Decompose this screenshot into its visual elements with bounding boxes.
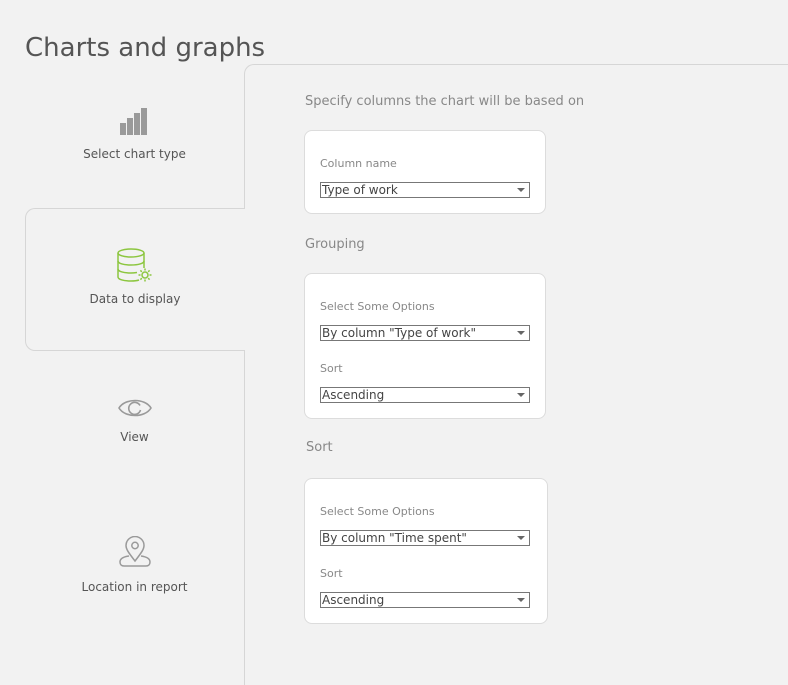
active-tab-connector <box>243 209 246 350</box>
sort-card: Select Some Options By column "Time spen… <box>304 478 548 624</box>
sort-section-heading: Sort <box>306 440 333 455</box>
grouping-options-label: Select Some Options <box>320 300 435 313</box>
chevron-down-icon <box>517 331 525 335</box>
nav-item-location-in-report[interactable]: Location in report <box>25 496 244 639</box>
grouping-sort-value: Ascending <box>322 388 385 402</box>
grouping-sort-label: Sort <box>320 362 343 375</box>
grouping-options-select[interactable]: By column "Type of work" <box>320 325 530 341</box>
nav-label-select-chart-type: Select chart type <box>83 147 186 161</box>
grouping-options-value: By column "Type of work" <box>322 326 476 340</box>
column-name-label: Column name <box>320 157 397 170</box>
nav-label-location-in-report: Location in report <box>81 580 188 594</box>
database-gear-icon <box>117 248 153 284</box>
sort-options-select[interactable]: By column "Time spent" <box>320 530 530 546</box>
nav-label-data-to-display: Data to display <box>89 292 181 306</box>
map-pin-icon <box>118 535 152 570</box>
column-name-value: Type of work <box>322 183 398 197</box>
nav-item-data-to-display[interactable]: Data to display <box>25 208 244 351</box>
sort-order-select[interactable]: Ascending <box>320 592 530 608</box>
sort-options-value: By column "Time spent" <box>322 531 467 545</box>
columns-card: Column name Type of work <box>304 130 546 214</box>
chevron-down-icon <box>517 188 525 192</box>
bar-chart-icon <box>118 107 152 135</box>
grouping-sort-select[interactable]: Ascending <box>320 387 530 403</box>
nav-label-view: View <box>120 430 149 444</box>
column-name-select[interactable]: Type of work <box>320 182 530 198</box>
nav-item-view[interactable]: View <box>25 352 244 495</box>
sort-order-value: Ascending <box>322 593 385 607</box>
grouping-card: Select Some Options By column "Type of w… <box>304 273 546 419</box>
chevron-down-icon <box>517 393 525 397</box>
chevron-down-icon <box>517 598 525 602</box>
sort-options-label: Select Some Options <box>320 505 435 518</box>
eye-icon <box>117 395 153 421</box>
grouping-section-heading: Grouping <box>305 237 365 252</box>
page-title: Charts and graphs <box>25 33 266 64</box>
sort-order-label: Sort <box>320 567 343 580</box>
columns-section-heading: Specify columns the chart will be based … <box>305 94 585 109</box>
chevron-down-icon <box>517 536 525 540</box>
nav-item-select-chart-type[interactable]: Select chart type <box>25 66 244 209</box>
